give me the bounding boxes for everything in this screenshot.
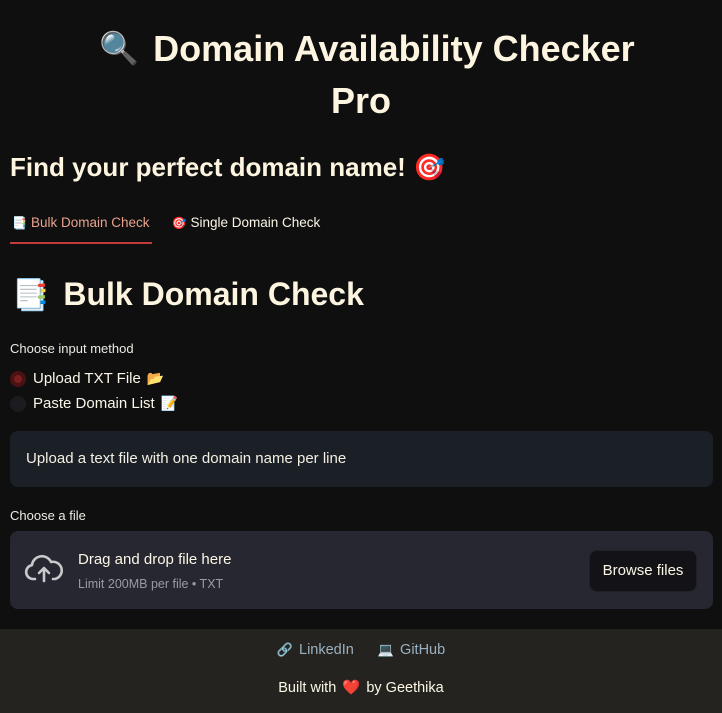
tab-label: Bulk Domain Check: [30, 215, 150, 230]
linkedin-link[interactable]: 🔗 LinkedIn: [277, 642, 354, 658]
file-dropzone[interactable]: Drag and drop file here Limit 200MB per …: [10, 531, 713, 609]
section-heading: 📑 Bulk Domain Check: [12, 276, 364, 313]
memo-icon: 📝: [160, 395, 179, 411]
credit-suffix: by Geethika: [366, 680, 444, 696]
tab-bulk-domain-check[interactable]: 📑 Bulk Domain Check: [10, 210, 152, 244]
dropzone-instructions: Drag and drop file here: [78, 551, 232, 568]
heart-icon: ❤️: [342, 680, 361, 696]
radio-button-unselected[interactable]: [10, 395, 26, 412]
section-heading-text: Bulk Domain Check: [63, 276, 364, 312]
target-icon: 🎯: [413, 152, 446, 182]
target-icon: 🎯: [171, 216, 187, 230]
file-uploader-label: Choose a file: [10, 508, 86, 523]
footer: 🔗 LinkedIn 💻 GitHub Built with ❤️ by Geethik…: [0, 629, 722, 713]
github-label: GitHub: [400, 642, 446, 658]
tab-single-domain-check[interactable]: 🎯 Single Domain Check: [170, 210, 323, 242]
radio-button-selected[interactable]: [10, 370, 26, 387]
folder-icon: 📂: [146, 370, 165, 386]
page-subtitle-text: Find your perfect domain name!: [10, 152, 406, 182]
github-link[interactable]: 💻 GitHub: [378, 642, 445, 658]
page-title-line1: 🔍 Domain Availability Checker: [0, 22, 722, 75]
main-content: 🔍 Domain Availability Checker Pro Find yo…: [0, 0, 722, 629]
radio-label: Paste Domain List: [33, 395, 155, 412]
magnifier-icon: 🔍: [99, 30, 140, 66]
app-root: 🔍 Domain Availability Checker Pro Find yo…: [0, 0, 722, 713]
radio-label: Upload TXT File: [33, 370, 141, 387]
page-title-line2: Pro: [330, 80, 391, 121]
info-alert: Upload a text file with one domain name …: [10, 431, 713, 487]
bookmark-tabs-icon: 📑: [12, 216, 27, 230]
info-alert-text: Upload a text file with one domain name …: [26, 450, 347, 467]
page-subtitle: Find your perfect domain name! 🎯: [10, 152, 445, 183]
radio-upload-txt[interactable]: Upload TXT File 📂: [10, 370, 164, 387]
credit-prefix: Built with: [278, 680, 337, 696]
tab-label: Single Domain Check: [190, 215, 321, 230]
dropzone-limit: Limit 200MB per file • TXT: [78, 577, 224, 591]
page-title: 🔍 Domain Availability Checker Pro: [0, 22, 722, 127]
laptop-icon: 💻: [377, 642, 395, 657]
input-method-label: Choose input method: [10, 341, 134, 356]
page-title-text: Domain Availability Checker: [153, 28, 635, 69]
linkedin-label: LinkedIn: [299, 642, 354, 658]
bookmark-tabs-icon: 📑: [12, 279, 50, 312]
cloud-upload-icon: [24, 554, 64, 583]
radio-paste-list[interactable]: Paste Domain List 📝: [10, 395, 178, 412]
browse-files-button[interactable]: Browse files: [589, 550, 697, 592]
link-icon: 🔗: [276, 642, 293, 657]
footer-links: 🔗 LinkedIn 💻 GitHub: [0, 642, 722, 658]
tab-bar: 📑 Bulk Domain Check 🎯 Single Domain Check: [10, 210, 340, 244]
footer-credit: Built with ❤️ by Geethika: [0, 679, 722, 696]
